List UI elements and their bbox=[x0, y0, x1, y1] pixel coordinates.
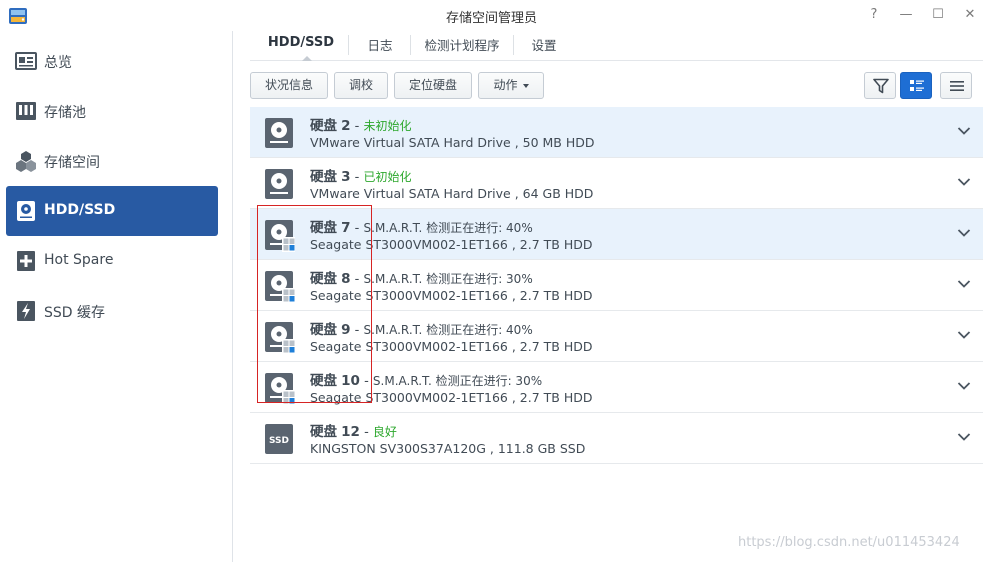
tab-bar: HDD/SSD 日志 检测计划程序 设置 bbox=[250, 31, 983, 61]
window-title: 存储空间管理员 bbox=[445, 11, 537, 26]
disk-name: 硬盘 bbox=[310, 169, 337, 185]
help-button[interactable]: ? bbox=[866, 7, 882, 23]
disk-number: 2 bbox=[341, 118, 351, 134]
sidebar-item-label: HDD/SSD bbox=[44, 202, 116, 218]
sidebar-item-hdd-ssd[interactable]: HDD/SSD bbox=[6, 186, 218, 236]
title-bar: 存储空间管理员 ? — ☐ ✕ bbox=[0, 0, 983, 31]
disk-name: 硬盘 bbox=[310, 118, 337, 134]
sidebar-item-label: Hot Spare bbox=[44, 252, 114, 268]
hdd-disk-icon bbox=[265, 169, 293, 199]
disk-title: 硬盘 12 - 良好 bbox=[310, 420, 397, 440]
sidebar-item-storage-pool[interactable]: 存储池 bbox=[6, 86, 218, 136]
close-button[interactable]: ✕ bbox=[962, 7, 978, 23]
disk-name: 硬盘 bbox=[310, 424, 337, 440]
sidebar-item-label: 存储池 bbox=[44, 105, 86, 121]
disk-status: 未初始化 bbox=[363, 119, 412, 133]
disk-status: S.M.A.R.T. 检测正在进行: 40% bbox=[363, 323, 533, 337]
maximize-button[interactable]: ☐ bbox=[930, 7, 946, 23]
disk-row[interactable]: SSD 硬盘 12 - 良好 KINGSTON SV300S37A120G , 11… bbox=[250, 413, 983, 464]
tab-divider bbox=[513, 35, 514, 55]
storage-pool-icon bbox=[16, 102, 36, 120]
separator: - bbox=[359, 425, 373, 440]
chevron-down-icon[interactable] bbox=[957, 279, 971, 289]
tab-hdd-ssd[interactable]: HDD/SSD bbox=[266, 35, 336, 61]
chevron-down-icon[interactable] bbox=[957, 381, 971, 391]
action-dropdown-button[interactable]: 动作 bbox=[478, 72, 544, 99]
sidebar-item-label: SSD 缓存 bbox=[44, 305, 106, 321]
filter-button[interactable] bbox=[864, 72, 896, 99]
hdd-disk-icon bbox=[265, 118, 293, 148]
tab-divider bbox=[410, 35, 411, 55]
overview-icon bbox=[15, 52, 37, 70]
chevron-down-icon[interactable] bbox=[957, 126, 971, 136]
status-info-button[interactable]: 状况信息 bbox=[250, 72, 328, 99]
tab-test-scheduler[interactable]: 检测计划程序 bbox=[420, 35, 504, 61]
separator: - bbox=[350, 170, 364, 185]
list-icon bbox=[950, 81, 964, 91]
ssd-disk-icon: SSD bbox=[265, 424, 293, 454]
disk-row[interactable]: 硬盘 2 - 未初始化 VMware Virtual SATA Hard Driv… bbox=[250, 107, 983, 158]
disk-status: S.M.A.R.T. 检测正在进行: 30% bbox=[372, 374, 543, 388]
hdd-icon bbox=[17, 201, 35, 221]
compact-view-button[interactable] bbox=[940, 72, 972, 99]
disk-row[interactable]: 硬盘 3 - 已初始化 VMware Virtual SATA Hard Driv… bbox=[250, 158, 983, 209]
locate-disk-button[interactable]: 定位硬盘 bbox=[394, 72, 472, 99]
disk-detail: VMware Virtual SATA Hard Drive , 64 GB H… bbox=[310, 186, 594, 201]
chevron-down-icon[interactable] bbox=[957, 330, 971, 340]
minimize-button[interactable]: — bbox=[898, 7, 914, 23]
sidebar: 总览 存储池 存储空间 HDD/SSD Hot Spare SSD 缓存 bbox=[0, 31, 233, 562]
tab-settings[interactable]: 设置 bbox=[523, 35, 565, 61]
volume-icon bbox=[16, 151, 36, 172]
calibrate-button[interactable]: 调校 bbox=[334, 72, 388, 99]
filter-icon bbox=[873, 78, 889, 94]
chevron-down-icon[interactable] bbox=[957, 432, 971, 442]
annotation-highlight-box bbox=[257, 205, 372, 403]
action-label: 动作 bbox=[493, 78, 518, 92]
disk-number: 3 bbox=[341, 169, 351, 185]
sidebar-item-volume[interactable]: 存储空间 bbox=[6, 136, 218, 186]
disk-title: 硬盘 2 - 未初始化 bbox=[310, 114, 412, 134]
sidebar-item-label: 存储空间 bbox=[44, 155, 100, 171]
detail-list-icon bbox=[910, 80, 924, 91]
sidebar-item-ssd-cache[interactable]: SSD 缓存 bbox=[6, 286, 218, 336]
active-tab-indicator bbox=[302, 56, 312, 61]
disk-status: 已初始化 bbox=[363, 170, 412, 184]
ssd-icon-text: SSD bbox=[269, 436, 289, 446]
tab-divider bbox=[348, 35, 349, 55]
sidebar-item-overview[interactable]: 总览 bbox=[6, 36, 218, 86]
separator: - bbox=[350, 119, 364, 134]
chevron-down-icon[interactable] bbox=[957, 177, 971, 187]
disk-status: S.M.A.R.T. 检测正在进行: 30% bbox=[363, 272, 533, 286]
disk-status: 良好 bbox=[372, 425, 397, 439]
detail-view-button[interactable] bbox=[900, 72, 932, 99]
sidebar-item-hot-spare[interactable]: Hot Spare bbox=[6, 236, 218, 286]
disk-status: S.M.A.R.T. 检测正在进行: 40% bbox=[363, 221, 533, 235]
sidebar-item-label: 总览 bbox=[44, 55, 72, 71]
caret-down-icon bbox=[522, 83, 529, 88]
hot-spare-icon bbox=[17, 251, 35, 271]
ssd-cache-icon bbox=[17, 301, 35, 321]
disk-number: 12 bbox=[341, 424, 360, 440]
watermark: https://blog.csdn.net/u011453424 bbox=[738, 535, 960, 550]
disk-title: 硬盘 3 - 已初始化 bbox=[310, 165, 412, 185]
chevron-down-icon[interactable] bbox=[957, 228, 971, 238]
tab-log[interactable]: 日志 bbox=[358, 35, 402, 61]
disk-detail: KINGSTON SV300S37A120G , 111.8 GB SSD bbox=[310, 441, 586, 456]
disk-detail: VMware Virtual SATA Hard Drive , 50 MB H… bbox=[310, 135, 595, 150]
